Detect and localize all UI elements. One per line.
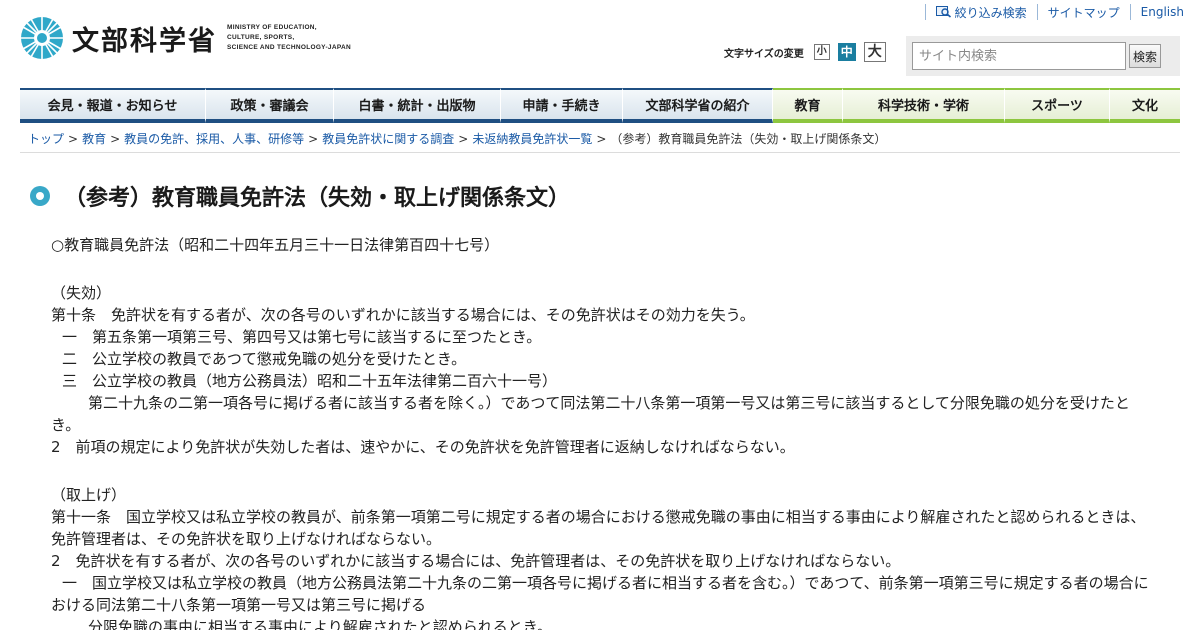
breadcrumb-education[interactable]: 教育 <box>82 132 106 146</box>
section-heading-revocation: （取上げ） <box>51 486 127 504</box>
article-10-item-2: 二 公立学校の教員であつて懲戒免職の処分を受けたとき。 <box>62 350 467 368</box>
article-11-item-1: 一 国立学校又は私立学校の教員（地方公務員法第二十九条の二第一項各号に掲げる者に… <box>51 574 1149 614</box>
search-button[interactable]: 検索 <box>1129 44 1161 68</box>
nav-press[interactable]: 会見・報道・お知らせ <box>20 88 206 123</box>
page-title: （参考）教育職員免許法（失効・取上げ関係条文） <box>64 186 571 211</box>
title-bullet-icon <box>30 186 50 206</box>
breadcrumb-teacher-license[interactable]: 教員の免許、採用、人事、研修等 <box>124 132 304 146</box>
breadcrumb-separator: > <box>308 132 319 146</box>
site-logo[interactable]: 文部科学省 MINISTRY OF EDUCATION, CULTURE, SP… <box>20 10 351 66</box>
breadcrumb-divider <box>20 152 1180 153</box>
search-input[interactable] <box>912 42 1126 70</box>
breadcrumb-top[interactable]: トップ <box>28 132 64 146</box>
nav-about[interactable]: 文部科学省の紹介 <box>623 88 773 123</box>
article-10-para-2: 2 前項の規定により免許状が失効した者は、速やかに、その免許状を免許管理者に返納… <box>51 438 795 456</box>
breadcrumb: トップ > 教育 > 教員の免許、採用、人事、研修等 > 教員免許状に関する調査 > 未返納教員… <box>28 130 1178 147</box>
nav-science[interactable]: 科学技術・学術 <box>843 88 1005 123</box>
nav-policy[interactable]: 政策・審議会 <box>206 88 334 123</box>
mext-emblem-icon <box>21 17 63 59</box>
breadcrumb-license-survey[interactable]: 教員免許状に関する調査 <box>322 132 454 146</box>
font-size-switcher: 文字サイズの変更 小 中 大 <box>724 42 894 62</box>
font-size-small-button[interactable]: 小 <box>813 44 830 60</box>
breadcrumb-separator: > <box>596 132 607 146</box>
site-search: 検索 <box>906 36 1180 76</box>
page-title-row: （参考）教育職員免許法（失効・取上げ関係条文） <box>30 180 570 212</box>
breadcrumb-current: （参考）教育職員免許法（失効・取上げ関係条文） <box>610 132 887 146</box>
global-nav: 会見・報道・お知らせ 政策・審議会 白書・統計・出版物 申請・手続き 文部科学省… <box>20 88 1180 123</box>
article-11: 第十一条 国立学校又は私立学校の教員が、前条第一項第二号に規定する者の場合におけ… <box>51 508 1146 548</box>
site-header: 文部科学省 MINISTRY OF EDUCATION, CULTURE, SP… <box>0 0 1200 88</box>
breadcrumb-separator: > <box>68 132 79 146</box>
main-content: ○教育職員免許法（昭和二十四年五月三十一日法律第百四十七号） （失効） 第十条 … <box>51 234 1151 630</box>
article-10-item-1: 一 第五条第一項第三号、第四号又は第七号に該当するに至つたとき。 <box>62 328 542 346</box>
nav-culture[interactable]: 文化 <box>1110 88 1180 123</box>
english-link[interactable]: English <box>1129 4 1184 20</box>
breadcrumb-unreturned-list[interactable]: 未返納教員免許状一覧 <box>472 132 592 146</box>
section-heading-expiry: （失効） <box>51 284 112 302</box>
refine-search-link[interactable]: 絞り込み検索 <box>924 4 1037 20</box>
search-icon <box>935 6 951 18</box>
nav-sports[interactable]: スポーツ <box>1005 88 1110 123</box>
article-10-item-3-cont: 第二十九条の二第一項各号に掲げる者に該当する者を除く。）であつて同法第二十八条第… <box>51 394 1130 434</box>
logo-japanese-text: 文部科学省 <box>72 25 217 57</box>
law-title: ○教育職員免許法（昭和二十四年五月三十一日法律第百四十七号） <box>51 236 500 254</box>
article-11-para-2: 2 免許状を有する者が、次の各号のいずれかに該当する場合には、免許管理者は、その… <box>51 552 901 570</box>
font-size-label: 文字サイズの変更 <box>724 48 804 60</box>
breadcrumb-separator: > <box>458 132 469 146</box>
breadcrumb-separator: > <box>110 132 121 146</box>
article-10-item-3: 三 公立学校の教員（地方公務員法）昭和二十五年法律第二百六十一号） <box>62 372 558 390</box>
nav-applications[interactable]: 申請・手続き <box>501 88 623 123</box>
font-size-large-button[interactable]: 大 <box>863 42 886 62</box>
logo-english-text: MINISTRY OF EDUCATION, CULTURE, SPORTS, … <box>227 24 351 51</box>
font-size-medium-button[interactable]: 中 <box>837 43 856 61</box>
article-11-item-1-cont: 分限免職の事由に相当する事由により解雇されたと認められるとき。 <box>73 618 552 630</box>
sitemap-link[interactable]: サイトマップ <box>1036 4 1130 20</box>
nav-education[interactable]: 教育 <box>773 88 843 123</box>
nav-publications[interactable]: 白書・統計・出版物 <box>334 88 501 123</box>
article-10: 第十条 免許状を有する者が、次の各号のいずれかに該当する場合には、その免許状はそ… <box>51 306 755 324</box>
utility-links: 絞り込み検索 サイトマップ English <box>924 4 1184 20</box>
